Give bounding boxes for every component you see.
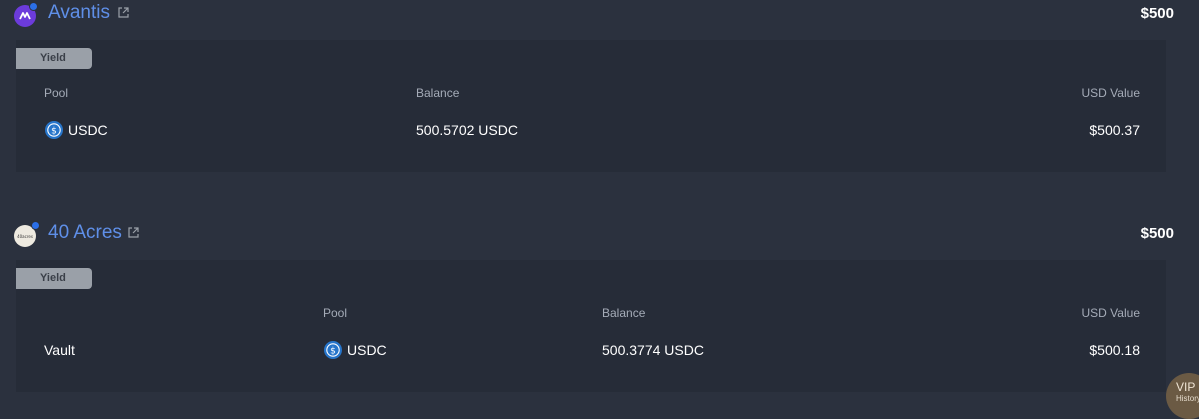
column-header-usd-value: USD Value xyxy=(1081,86,1140,100)
protocol-name-link[interactable]: 40 Acres xyxy=(48,222,122,244)
table-cell-usd-value: $500.37 xyxy=(1089,122,1140,138)
table-row-pool: $ USDC xyxy=(45,121,108,139)
vip-history-button[interactable]: VIP History xyxy=(1166,373,1199,419)
vip-sub-label: History xyxy=(1176,394,1199,403)
table-row-pool: $ USDC xyxy=(324,341,387,359)
protocol-header: 40acres 40 Acres $500 xyxy=(14,221,1174,248)
yield-tag: Yield xyxy=(16,268,92,289)
svg-text:$: $ xyxy=(51,126,57,136)
external-link-icon[interactable] xyxy=(128,227,139,238)
column-header-usd-value: USD Value xyxy=(1081,306,1140,320)
pool-token-label: USDC xyxy=(68,122,108,138)
position-panel xyxy=(16,260,1166,392)
protocol-header: Avantis $500 xyxy=(14,2,1174,28)
table-cell-balance: 500.5702 USDC xyxy=(416,122,518,138)
column-header-balance: Balance xyxy=(602,306,646,320)
column-header-balance: Balance xyxy=(416,86,460,100)
protocol-name-link[interactable]: Avantis xyxy=(48,2,110,24)
column-header-pool: Pool xyxy=(323,306,348,320)
position-panel xyxy=(16,40,1166,172)
table-cell-name: Vault xyxy=(44,342,75,358)
usdc-icon: $ xyxy=(324,341,342,359)
table-cell-balance: 500.3774 USDC xyxy=(602,342,704,358)
protocol-total-value: $500 xyxy=(1140,225,1174,242)
external-link-icon[interactable] xyxy=(118,7,129,18)
yield-tag: Yield xyxy=(16,48,92,69)
column-header-pool: Pool xyxy=(44,86,69,100)
svg-text:$: $ xyxy=(330,346,336,356)
usdc-icon: $ xyxy=(45,121,63,139)
pool-token-label: USDC xyxy=(347,342,387,358)
vip-label: VIP xyxy=(1176,380,1196,394)
chain-badge-icon xyxy=(31,221,40,230)
table-cell-usd-value: $500.18 xyxy=(1089,342,1140,358)
logo-wordmark: 40acres xyxy=(17,233,33,239)
chain-badge-icon xyxy=(29,2,38,11)
protocol-total-value: $500 xyxy=(1140,5,1174,22)
